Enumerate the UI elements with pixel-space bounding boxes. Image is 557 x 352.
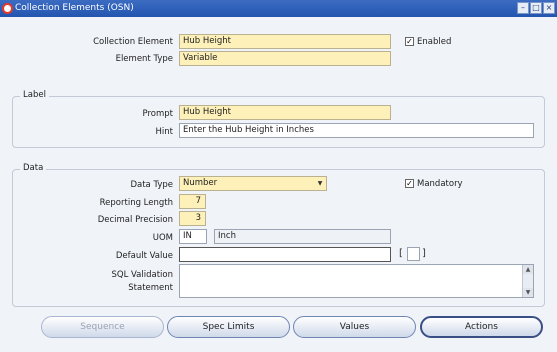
- oracle-logo-icon: [2, 3, 13, 14]
- reporting-length-field[interactable]: 7: [179, 194, 206, 209]
- decimal-precision-label: Decimal Precision: [97, 215, 173, 225]
- sql-validation-scrollbar[interactable]: ▲ ▼: [522, 265, 533, 297]
- flexfield-button[interactable]: [407, 247, 420, 261]
- sql-validation-textarea[interactable]: [179, 264, 534, 298]
- spec-limits-button[interactable]: Spec Limits: [167, 316, 290, 338]
- data-type-select[interactable]: Number: [179, 176, 327, 191]
- chevron-down-icon[interactable]: ▼: [314, 177, 326, 190]
- bracket-open: [: [399, 248, 403, 259]
- scroll-up-icon[interactable]: ▲: [523, 265, 533, 274]
- mandatory-label: Mandatory: [417, 179, 463, 189]
- sql-validation-label-line2: Statement: [128, 283, 173, 293]
- close-icon[interactable]: ×: [543, 2, 555, 14]
- uom-name-field: Inch: [214, 229, 391, 244]
- title-bar: Collection Elements (OSN) – □ ×: [0, 0, 557, 17]
- mandatory-checkbox[interactable]: ✓: [405, 179, 414, 188]
- label-group: [12, 96, 545, 148]
- uom-code-field[interactable]: IN: [179, 229, 207, 244]
- minimize-icon[interactable]: –: [517, 2, 529, 14]
- enabled-checkbox[interactable]: ✓: [405, 37, 414, 46]
- maximize-icon[interactable]: □: [530, 2, 542, 14]
- values-button[interactable]: Values: [293, 316, 416, 338]
- bracket-close: ]: [422, 248, 426, 259]
- label-group-title: Label: [20, 90, 49, 100]
- element-type-label: Element Type: [115, 54, 173, 64]
- sequence-button[interactable]: Sequence: [41, 316, 164, 338]
- default-value-label: Default Value: [115, 251, 173, 261]
- sql-validation-label-line1: SQL Validation: [111, 270, 174, 280]
- uom-label: UOM: [152, 233, 173, 243]
- data-type-label: Data Type: [130, 180, 173, 190]
- data-group-title: Data: [20, 163, 47, 173]
- default-value-field[interactable]: [179, 247, 391, 262]
- reporting-length-label: Reporting Length: [99, 198, 173, 208]
- hint-field[interactable]: Enter the Hub Height in Inches: [179, 123, 534, 138]
- element-type-field[interactable]: Variable: [179, 51, 391, 66]
- prompt-label: Prompt: [142, 109, 174, 119]
- decimal-precision-field[interactable]: 3: [179, 211, 206, 226]
- scroll-down-icon[interactable]: ▼: [523, 288, 533, 297]
- window-title: Collection Elements (OSN): [15, 3, 134, 13]
- collection-element-label: Collection Element: [93, 37, 173, 47]
- enabled-label: Enabled: [417, 37, 452, 47]
- prompt-field[interactable]: Hub Height: [179, 105, 391, 120]
- collection-element-field[interactable]: Hub Height: [179, 34, 391, 49]
- actions-button[interactable]: Actions: [420, 316, 543, 338]
- hint-label: Hint: [155, 127, 173, 137]
